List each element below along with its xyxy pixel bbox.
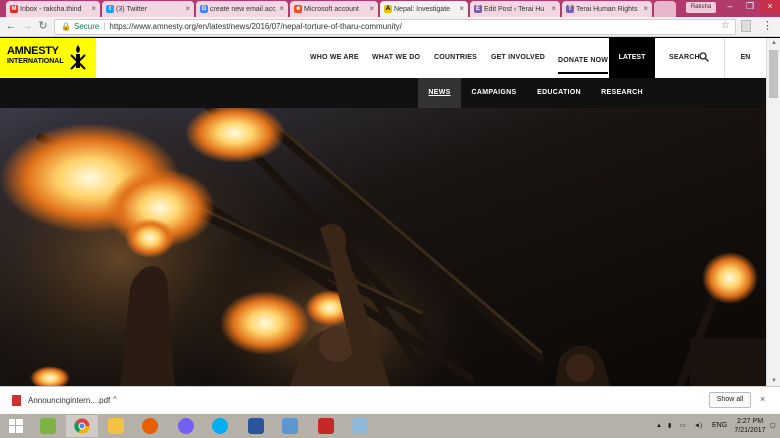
divider: | <box>103 22 106 31</box>
subnav-education[interactable]: EDUCATION <box>533 78 585 108</box>
new-tab-button[interactable] <box>654 1 676 17</box>
close-icon[interactable]: × <box>279 4 284 13</box>
acrobat-icon[interactable] <box>310 415 342 437</box>
skype-icon[interactable] <box>204 415 236 437</box>
pdf-file-icon <box>12 395 21 406</box>
windows-start-icon[interactable] <box>0 415 32 437</box>
menu-icon[interactable]: ⋮ <box>762 19 773 32</box>
browser-toolbar: ← → ↻ 🔒 Secure | https://www.amnesty.org/en… <box>0 17 780 37</box>
bookmark-star-icon[interactable]: ☆ <box>721 20 730 31</box>
tab-label: Edit Post ‹ Terai Hu <box>484 5 545 13</box>
nav-countries[interactable]: COUNTRIES <box>434 38 477 78</box>
tab-google-search[interactable]: G create new email acc × <box>196 1 288 17</box>
address-bar[interactable]: 🔒 Secure | https://www.amnesty.org/en/lates… <box>54 19 736 35</box>
nav-what-we-do[interactable]: WHAT WE DO <box>372 38 420 78</box>
amnesty-logo[interactable]: AMNESTY INTERNATIONAL <box>0 38 96 78</box>
site-header: AMNESTY INTERNATIONAL WHO WE ARE WHAT WE… <box>0 38 766 78</box>
nav-search[interactable]: SEARCH <box>669 38 700 78</box>
nav-who-we-are[interactable]: WHO WE ARE <box>310 38 359 78</box>
close-icon[interactable]: × <box>760 394 765 404</box>
site-icon: T <box>566 5 574 13</box>
amnesty-icon: A <box>384 5 392 13</box>
subnav-news[interactable]: NEWS <box>418 78 461 108</box>
chrome-icon[interactable] <box>66 415 98 437</box>
url-text: https://www.amnesty.org/en/latest/news/2… <box>109 22 402 31</box>
power-icon[interactable]: ▭ <box>680 414 686 438</box>
language-indicator[interactable]: ENG <box>712 414 727 438</box>
windows-taskbar: ▲ ▮ ▭ ◄) ENG 2:27 PM 7/21/2017 ▢ <box>0 414 780 438</box>
minimize-icon[interactable]: – <box>720 0 740 14</box>
torch-protest-photo <box>0 108 766 386</box>
scroll-down-icon[interactable]: ▼ <box>767 376 780 386</box>
network-icon[interactable]: ▮ <box>668 414 671 438</box>
nav-donate-now[interactable]: DONATE NOW <box>558 42 609 74</box>
close-icon[interactable]: × <box>369 4 374 13</box>
language-selector[interactable]: EN <box>724 38 766 78</box>
chevron-up-icon[interactable]: ^ <box>113 395 117 404</box>
reload-icon[interactable]: ↻ <box>36 19 50 33</box>
close-window-icon[interactable]: × <box>760 0 780 14</box>
download-file-name[interactable]: Announcingintern....pdf <box>28 396 110 405</box>
app-icon[interactable] <box>32 415 64 437</box>
close-icon[interactable]: × <box>91 4 96 13</box>
file-explorer-icon[interactable] <box>100 415 132 437</box>
paint-icon[interactable] <box>344 415 376 437</box>
tab-label: Terai Human Rights <box>576 5 638 13</box>
subnav-research[interactable]: RESEARCH <box>597 78 647 108</box>
scroll-up-icon[interactable]: ▲ <box>767 38 780 48</box>
remote-desktop-icon[interactable] <box>274 415 306 437</box>
scrollbar-thumb[interactable] <box>769 50 778 98</box>
close-icon[interactable]: × <box>459 4 464 13</box>
viber-icon[interactable] <box>170 415 202 437</box>
google-icon: G <box>200 5 208 13</box>
volume-icon[interactable]: ◄) <box>694 414 702 438</box>
tab-label: Inbox - raksha.thind <box>20 5 82 13</box>
tab-label: Nepal: Investigate <box>394 5 451 13</box>
tab-edit-post[interactable]: E Edit Post ‹ Terai Hu × <box>470 1 560 17</box>
close-icon[interactable]: × <box>551 4 556 13</box>
tab-twitter[interactable]: t (3) Twitter × <box>102 1 194 17</box>
wordpress-icon: E <box>474 5 482 13</box>
page-scrollbar[interactable]: ▲ ▼ <box>766 38 780 386</box>
show-all-button[interactable]: Show all <box>709 392 751 408</box>
browser-tab-strip: M Inbox - raksha.thind × t (3) Twitter ×… <box>0 0 780 17</box>
candle-icon <box>70 45 86 70</box>
download-bar: Announcingintern....pdf ^ Show all × <box>0 386 780 414</box>
tab-label: Microsoft account <box>304 5 359 13</box>
firefox-icon[interactable] <box>134 415 166 437</box>
lock-icon: 🔒 <box>61 22 71 31</box>
close-icon[interactable]: × <box>643 4 648 13</box>
secure-label: Secure <box>73 22 100 31</box>
back-arrow-icon[interactable]: ← <box>4 19 18 33</box>
search-icon[interactable] <box>699 52 709 62</box>
forward-arrow-icon[interactable]: → <box>20 19 34 33</box>
profile-button[interactable]: Raksha <box>686 2 716 13</box>
twitter-icon: t <box>106 5 114 13</box>
extension-icon[interactable] <box>741 20 751 32</box>
tab-label: create new email acc <box>210 5 276 13</box>
nav-latest[interactable]: LATEST <box>609 38 655 78</box>
tab-terai-human-rights[interactable]: T Terai Human Rights × <box>562 1 652 17</box>
microsoft-icon: ■ <box>294 5 302 13</box>
sub-navigation: NEWS CAMPAIGNS EDUCATION RESEARCH <box>0 78 766 108</box>
subnav-campaigns[interactable]: CAMPAIGNS <box>467 78 521 108</box>
close-icon[interactable]: × <box>185 4 190 13</box>
gmail-icon: M <box>10 5 18 13</box>
system-clock[interactable]: 2:27 PM 7/21/2017 <box>733 417 767 435</box>
tab-microsoft-account[interactable]: ■ Microsoft account × <box>290 1 378 17</box>
nav-get-involved[interactable]: GET INVOLVED <box>491 38 545 78</box>
chevron-up-icon[interactable]: ▲ <box>656 414 662 438</box>
tab-amnesty-nepal[interactable]: A Nepal: Investigate × <box>380 1 468 17</box>
clock-time: 2:27 PM <box>736 418 764 425</box>
notifications-icon[interactable]: ▢ <box>770 414 776 438</box>
word-icon[interactable] <box>240 415 272 437</box>
clock-date: 7/21/2017 <box>734 427 766 434</box>
tab-label: (3) Twitter <box>116 5 147 13</box>
tab-gmail[interactable]: M Inbox - raksha.thind × <box>6 1 100 17</box>
maximize-icon[interactable]: ❐ <box>740 0 760 14</box>
hero-image-torch-protest <box>0 108 766 386</box>
